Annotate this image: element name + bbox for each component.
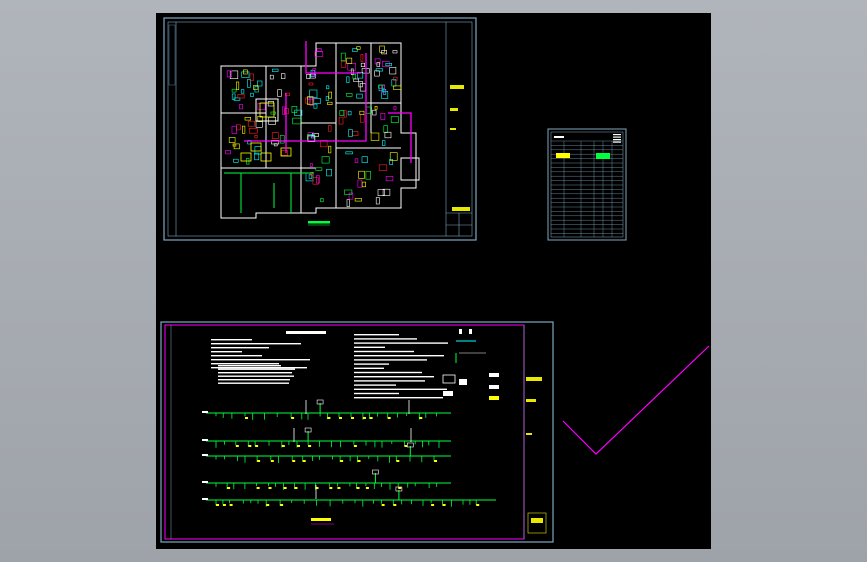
stray-polyline[interactable] — [562, 345, 710, 455]
floor-plan-sheet[interactable] — [163, 17, 477, 241]
table-grid — [551, 134, 623, 237]
title-block-text — [450, 85, 464, 89]
design-notes-text — [211, 334, 448, 399]
pipe-system-rows — [202, 399, 496, 507]
design-notes-title — [286, 331, 326, 334]
diagram-title-text — [311, 518, 331, 521]
system-diagram-sheet[interactable] — [160, 321, 554, 543]
cad-drawing[interactable] — [156, 13, 711, 549]
drawing-name-text — [452, 207, 470, 211]
margin-stamp — [168, 24, 176, 86]
legend — [442, 329, 499, 400]
table-symbol — [556, 153, 570, 158]
table-border — [547, 128, 627, 241]
plan-detail — [225, 45, 402, 207]
building-outline — [220, 42, 420, 219]
sheet-inner-border — [164, 324, 525, 540]
sheet-inner-border — [167, 21, 473, 237]
plan-title-text — [308, 221, 330, 224]
materials-table-sheet[interactable] — [547, 128, 627, 241]
table-symbol-green — [596, 153, 610, 159]
table-header-text — [554, 136, 564, 138]
cad-model-space[interactable] — [156, 13, 711, 549]
